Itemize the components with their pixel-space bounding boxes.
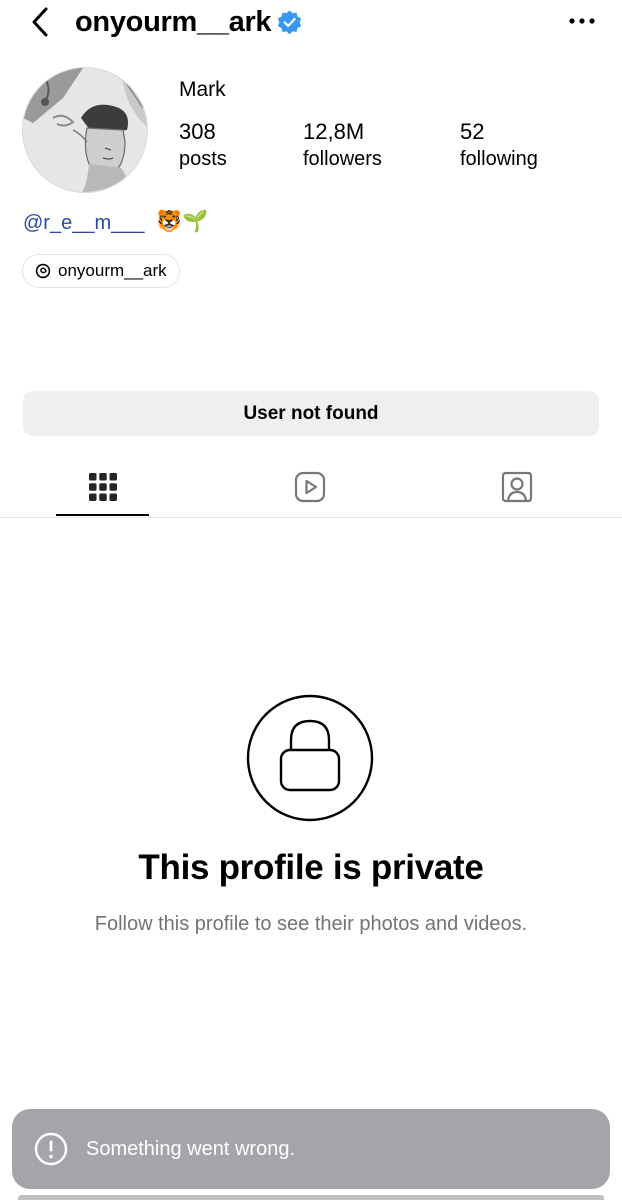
followers-count: 12,8M [303, 119, 365, 144]
private-profile-subtitle: Follow this profile to see their photos … [94, 913, 528, 935]
tab-tagged[interactable] [487, 467, 547, 507]
bio-mention-link[interactable]: @r_e__m___ [23, 210, 144, 236]
posts-stat[interactable]: 308 posts [179, 118, 227, 172]
more-options-button[interactable] [562, 6, 602, 36]
tagged-icon [501, 471, 533, 503]
profile-username: onyourm__ark [75, 6, 272, 38]
posts-count: 308 [179, 119, 216, 144]
following-count: 52 [460, 119, 485, 144]
tab-divider [0, 517, 622, 518]
grid-icon [89, 473, 117, 501]
threads-badge-button[interactable]: onyourm__ark [22, 254, 180, 288]
tab-grid[interactable] [73, 467, 133, 507]
toast-message: Something went wrong. [86, 1137, 296, 1160]
profile-display-name: Mark [179, 78, 226, 101]
alert-circle-icon [34, 1132, 68, 1166]
active-tab-indicator [56, 514, 149, 516]
verified-badge-icon [277, 10, 302, 35]
posts-label: posts [179, 148, 227, 170]
threads-icon [35, 263, 51, 279]
following-label: following [460, 148, 538, 170]
profile-avatar[interactable] [22, 67, 148, 193]
lock-icon [246, 694, 374, 822]
followers-label: followers [303, 148, 382, 170]
reels-icon [294, 471, 326, 503]
private-profile-title: This profile is private [138, 848, 484, 887]
bio-emoji: 🐯🌱 [156, 210, 209, 233]
tab-reels[interactable] [280, 467, 340, 507]
more-horizontal-icon [569, 18, 595, 24]
user-not-found-button[interactable]: User not found [23, 391, 599, 436]
following-stat[interactable]: 52 following [460, 118, 538, 172]
back-button[interactable] [20, 2, 60, 42]
error-toast[interactable]: Something went wrong. [12, 1109, 610, 1189]
followers-stat[interactable]: 12,8M followers [303, 118, 382, 172]
threads-handle: onyourm__ark [58, 261, 167, 280]
avatar-image [23, 68, 147, 192]
bottom-sheet-edge [18, 1195, 604, 1200]
chevron-left-icon [32, 7, 48, 37]
